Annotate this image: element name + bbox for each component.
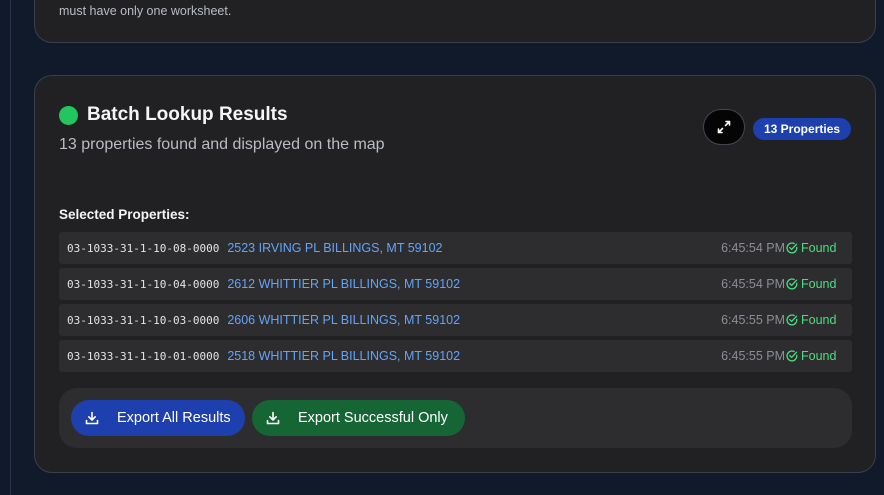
status-text: Found [801,277,837,291]
property-address-link[interactable]: 2612 WHITTIER PL BILLINGS, MT 59102 [227,277,460,291]
status-text: Found [801,241,837,255]
property-list: 03-1033-31-1-10-08-0000 2523 IRVING PL B… [59,232,852,376]
green-dot-icon [59,105,78,125]
export-successful-label: Export Successful Only [298,410,448,426]
status-found: Found [786,349,844,363]
property-row[interactable]: 03-1033-31-1-10-01-0000 2518 WHITTIER PL… [59,340,852,372]
export-actions: Export All Results Export Successful Onl… [59,388,852,448]
check-circle-icon [786,278,798,290]
parcel-id: 03-1033-31-1-10-04-0000 [67,277,220,291]
results-title: Batch Lookup Results [87,104,288,125]
status-found: Found [786,241,844,255]
download-icon [85,411,99,425]
status-text: Found [801,349,837,363]
expand-button[interactable] [703,109,745,145]
property-address-link[interactable]: 2606 WHITTIER PL BILLINGS, MT 59102 [227,313,460,327]
lookup-time: 6:45:54 PM [721,277,785,291]
check-circle-icon [786,242,798,254]
property-row[interactable]: 03-1033-31-1-10-08-0000 2523 IRVING PL B… [59,232,852,264]
page-left-rule [10,0,11,495]
expand-arrows-icon [717,120,731,134]
lookup-time: 6:45:55 PM [721,313,785,327]
property-row[interactable]: 03-1033-31-1-10-04-0000 2612 WHITTIER PL… [59,268,852,300]
status-found: Found [786,277,844,291]
results-header: Batch Lookup Results [59,104,288,126]
check-circle-icon [786,314,798,326]
worksheet-note: must have only one worksheet. [59,4,232,18]
export-all-button[interactable]: Export All Results [71,400,245,436]
property-address-link[interactable]: 2518 WHITTIER PL BILLINGS, MT 59102 [227,349,460,363]
results-subtitle: 13 properties found and displayed on the… [59,136,385,153]
batch-results-card: Batch Lookup Results 13 properties found… [34,75,876,473]
parcel-id: 03-1033-31-1-10-03-0000 [67,313,220,327]
export-all-label: Export All Results [117,410,231,426]
property-address-link[interactable]: 2523 IRVING PL BILLINGS, MT 59102 [227,241,442,255]
properties-count-badge: 13 Properties [753,118,852,140]
export-successful-button[interactable]: Export Successful Only [252,400,465,436]
check-circle-icon [786,350,798,362]
property-row[interactable]: 03-1033-31-1-10-03-0000 2606 WHITTIER PL… [59,304,852,336]
status-found: Found [786,313,844,327]
lookup-time: 6:45:55 PM [721,349,785,363]
upload-info-card: must have only one worksheet. [34,0,876,43]
download-icon [266,411,280,425]
lookup-time: 6:45:54 PM [721,241,785,255]
status-text: Found [801,313,837,327]
selected-properties-label: Selected Properties: [59,207,190,222]
parcel-id: 03-1033-31-1-10-01-0000 [67,349,220,363]
parcel-id: 03-1033-31-1-10-08-0000 [67,241,220,255]
